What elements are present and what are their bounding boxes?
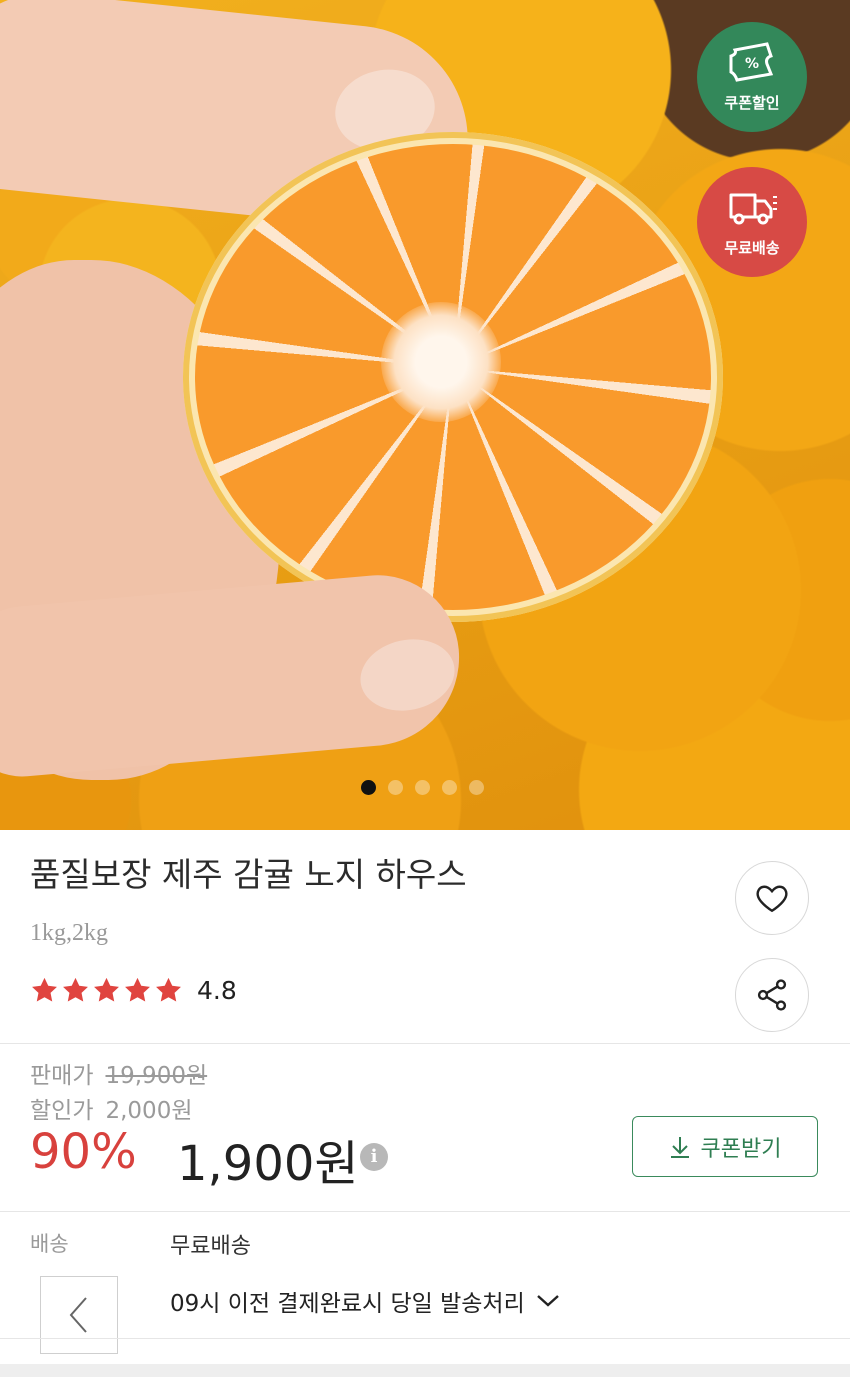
coupon-discount-badge: % 쿠폰할인 [697, 22, 807, 132]
shipping-note-toggle[interactable]: 09시 이전 결제완료시 당일 발송처리 [170, 1284, 561, 1318]
back-button[interactable] [40, 1276, 118, 1354]
discount-row: 할인가 2,000원 [30, 1091, 193, 1125]
discount-label: 할인가 [30, 1098, 94, 1124]
heart-icon [756, 885, 788, 913]
sale-price-row: 판매가 19,900원 [30, 1056, 207, 1090]
rating-value: 4.8 [197, 976, 237, 1005]
shipping-value: 무료배송 [170, 1234, 251, 1259]
truck-icon [729, 193, 777, 225]
info-icon[interactable]: i [360, 1143, 388, 1171]
star-icon [125, 977, 150, 1002]
shipping-label: 배송 [30, 1232, 69, 1256]
coupon-badge-label: 쿠폰할인 [724, 94, 780, 112]
get-coupon-label: 쿠폰받기 [700, 1136, 782, 1162]
download-icon [670, 1136, 689, 1158]
chevron-down-icon [536, 1295, 559, 1307]
divider [0, 1043, 850, 1044]
wishlist-button[interactable] [735, 861, 809, 935]
divider [0, 1338, 850, 1339]
original-price: 19,900원 [105, 1063, 208, 1089]
discount-percent: 90% [30, 1124, 137, 1180]
carousel-dot[interactable] [442, 780, 457, 795]
get-coupon-button[interactable]: 쿠폰받기 [632, 1116, 818, 1177]
carousel-dot[interactable] [388, 780, 403, 795]
divider [0, 1211, 850, 1212]
product-title: 품질보장 제주 감귤 노지 하우스 [30, 855, 467, 894]
tangerine-slice [183, 132, 723, 622]
star-icon [32, 977, 57, 1002]
product-options: 1kg,2kg [30, 920, 108, 946]
carousel-dot[interactable] [361, 780, 376, 795]
star-icon [156, 977, 181, 1002]
share-button[interactable] [735, 958, 809, 1032]
carousel-indicator [361, 780, 484, 795]
product-image[interactable]: % 쿠폰할인 무료배송 [0, 0, 850, 830]
chevron-left-icon [69, 1297, 87, 1333]
carousel-dot[interactable] [469, 780, 484, 795]
share-icon [757, 979, 787, 1011]
sale-price-label: 판매가 [30, 1063, 94, 1089]
coupon-icon: % [729, 42, 774, 82]
bottom-bar [0, 1364, 850, 1377]
shipping-note: 09시 이전 결제완료시 당일 발송처리 [170, 1291, 525, 1317]
star-icon [63, 977, 88, 1002]
star-icon [94, 977, 119, 1002]
final-price: 1,900원 [177, 1136, 359, 1192]
shipping-badge-label: 무료배송 [724, 239, 780, 257]
discount-amount: 2,000원 [105, 1098, 193, 1124]
star-rating [30, 976, 183, 1005]
svg-text:%: % [745, 56, 759, 72]
carousel-dot[interactable] [415, 780, 430, 795]
free-shipping-badge: 무료배송 [697, 167, 807, 277]
